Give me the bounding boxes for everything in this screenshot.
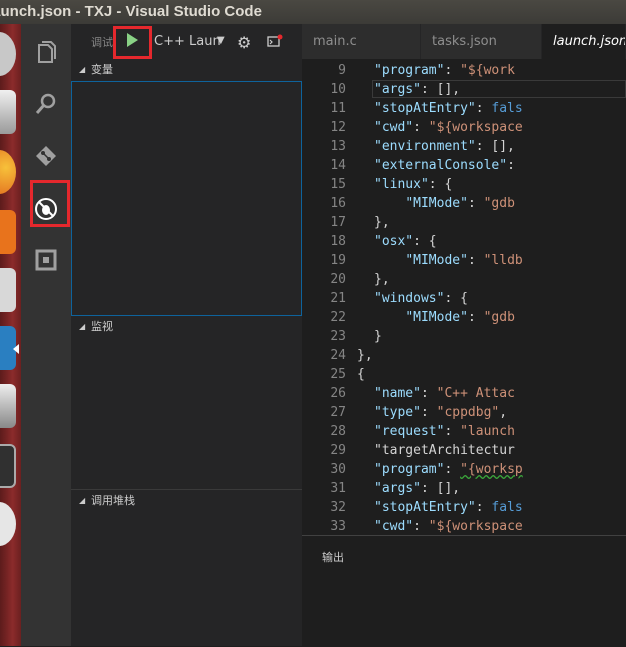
line-number: 30 — [330, 462, 346, 477]
line-number: 20 — [330, 272, 346, 287]
code-line: "windows": { — [374, 291, 468, 306]
code-line: "cwd": "${workspace — [374, 519, 523, 534]
active-app-indicator — [13, 344, 19, 354]
line-number: 31 — [330, 481, 346, 496]
explorer-icon[interactable] — [31, 37, 61, 67]
gear-icon[interactable]: ⚙ — [237, 33, 251, 52]
code-editor[interactable]: 9 10 11 12 13 14 15 16 17 18 19 20 21 22… — [302, 59, 626, 535]
ubuntu-launcher — [0, 24, 21, 646]
code-line: "program": "${work — [374, 63, 515, 78]
line-number: 29 — [330, 443, 346, 458]
line-number: 18 — [330, 234, 346, 249]
output-panel-title: 输出 — [322, 551, 344, 564]
code-line: { — [357, 367, 365, 382]
launcher-disc-icon[interactable] — [0, 502, 16, 546]
output-panel: 输出 — [302, 535, 626, 647]
code-line: "linux": { — [374, 177, 453, 192]
line-number: 28 — [330, 424, 346, 439]
window-title: launch.json - TXJ - Visual Studio Code — [0, 3, 262, 20]
line-number: 14 — [330, 158, 346, 173]
debug-icon-highlight — [30, 180, 70, 227]
chevron-down-icon[interactable]: ▼ — [217, 35, 225, 46]
source-control-icon[interactable] — [31, 141, 61, 171]
line-number: 21 — [330, 291, 346, 306]
line-number: 24 — [330, 348, 346, 363]
launcher-settings-icon[interactable] — [0, 268, 16, 312]
collapse-icon: ◢ — [79, 65, 86, 74]
debug-label: 调试 — [91, 36, 113, 49]
run-button-highlight — [113, 26, 152, 59]
launcher-drive-icon[interactable] — [0, 384, 16, 428]
watch-section-header[interactable]: ◢ 监视 — [71, 316, 302, 338]
tab-main-c[interactable]: main.c — [302, 24, 421, 59]
line-number: 26 — [330, 386, 346, 401]
line-number: 10 — [330, 82, 346, 97]
variables-panel — [71, 81, 302, 316]
code-line: }, — [374, 215, 390, 230]
code-line: "cwd": "${workspace — [374, 120, 523, 135]
code-line: "targetArchitectur — [374, 443, 515, 458]
code-line: "MIMode": "gdb — [405, 196, 515, 211]
tab-launch-json[interactable]: launch.json — [542, 24, 626, 59]
line-number: 11 — [330, 101, 346, 116]
code-line: "environment": [], — [374, 139, 515, 154]
code-line: "stopAtEntry": fals — [374, 101, 523, 116]
variables-section-header[interactable]: ◢ 变量 — [71, 59, 302, 81]
debug-sidebar: 调试 C++ Laun ▼ ⚙ ◢ 变量 ◢ 监视 ◢ 调用堆栈 — [71, 24, 302, 646]
code-line: "externalConsole": — [374, 158, 515, 173]
collapse-icon: ◢ — [79, 496, 86, 505]
tab-tasks-json[interactable]: tasks.json — [421, 24, 542, 59]
line-number: 19 — [330, 253, 346, 268]
line-number: 9 — [338, 63, 346, 78]
launcher-app-icon[interactable] — [0, 32, 16, 76]
line-number: 27 — [330, 405, 346, 420]
extensions-icon[interactable] — [31, 245, 61, 275]
launcher-files-icon[interactable] — [0, 90, 16, 134]
collapse-icon: ◢ — [79, 322, 86, 331]
code-line: "osx": { — [374, 234, 437, 249]
activity-bar — [21, 24, 71, 646]
firefox-icon[interactable] — [0, 150, 16, 194]
callstack-title: 调用堆栈 — [91, 494, 135, 507]
line-number: 15 — [330, 177, 346, 192]
code-line: }, — [357, 348, 373, 363]
callstack-section-header[interactable]: ◢ 调用堆栈 — [71, 489, 302, 512]
editor-tab-bar: main.c tasks.json launch.json — [302, 24, 626, 59]
variables-title: 变量 — [91, 63, 113, 76]
code-line: "request": "launch — [374, 424, 515, 439]
window-titlebar: launch.json - TXJ - Visual Studio Code — [0, 0, 626, 24]
debug-console-icon[interactable] — [267, 34, 283, 48]
code-line: "MIMode": "gdb — [405, 310, 515, 325]
line-number: 17 — [330, 215, 346, 230]
code-line: "MIMode": "lldb — [405, 253, 523, 268]
code-line: "type": "cppdbg", — [374, 405, 508, 420]
line-number: 32 — [330, 500, 346, 515]
code-line: "program": "{worksp — [374, 462, 523, 477]
launch-config-select[interactable]: C++ Laun — [154, 34, 221, 49]
code-line: } — [374, 329, 382, 344]
launcher-software-icon[interactable] — [0, 210, 16, 254]
debug-toolbar: 调试 C++ Laun ▼ ⚙ — [71, 24, 302, 60]
search-icon[interactable] — [31, 89, 61, 119]
line-number: 22 — [330, 310, 346, 325]
line-number: 23 — [330, 329, 346, 344]
line-number: 33 — [330, 519, 346, 534]
code-line: "name": "C++ Attac — [374, 386, 515, 401]
code-line: "stopAtEntry": fals — [374, 500, 523, 515]
line-number: 25 — [330, 367, 346, 382]
code-line: }, — [374, 272, 390, 287]
code-line: "args": [], — [374, 481, 461, 496]
line-number: 16 — [330, 196, 346, 211]
terminal-icon[interactable] — [0, 444, 16, 488]
line-number: 12 — [330, 120, 346, 135]
code-line: "args": [], — [374, 82, 461, 97]
line-number: 13 — [330, 139, 346, 154]
watch-title: 监视 — [91, 320, 113, 333]
